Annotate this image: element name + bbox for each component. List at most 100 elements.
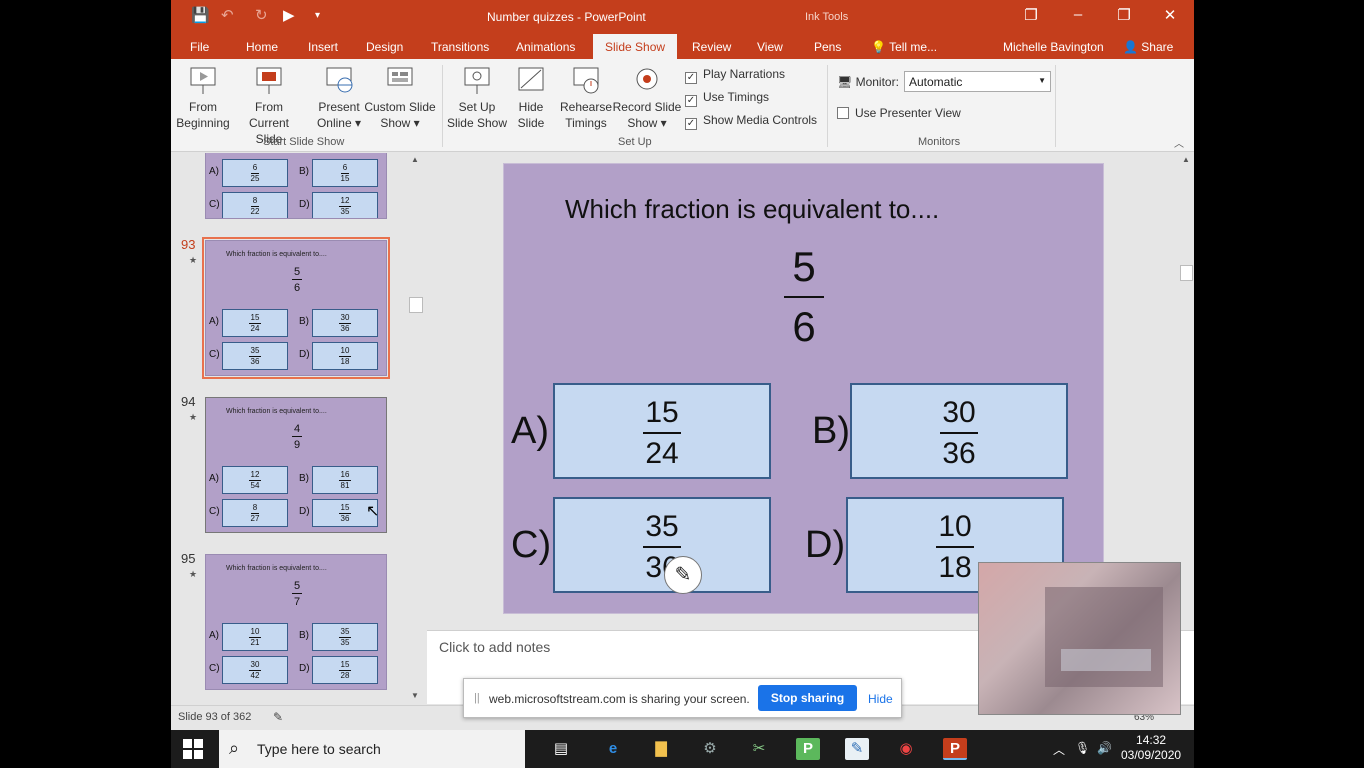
- slide-thumbnail[interactable]: Which fraction is equivalent to.... 57 A…: [205, 554, 387, 690]
- ribbon-separator: [827, 65, 828, 147]
- from-current-slide-button[interactable]: From Current Slide: [234, 65, 304, 147]
- present-online-button[interactable]: Present Online ▾: [311, 65, 367, 131]
- tab-tell-me[interactable]: 💡 Tell me...: [871, 40, 937, 54]
- scrollbar-thumb[interactable]: [409, 297, 423, 313]
- powerpoint-icon[interactable]: P: [943, 738, 967, 760]
- answer-box-a[interactable]: 15 24: [553, 383, 771, 479]
- chevron-up-icon[interactable]: ︿: [1053, 741, 1065, 758]
- ribbon-separator: [1055, 65, 1056, 147]
- drag-handle-icon[interactable]: ||: [474, 692, 480, 704]
- file-explorer-icon[interactable]: ▇: [649, 738, 673, 760]
- custom-slide-show-button[interactable]: Custom Slide Show ▾: [363, 65, 437, 131]
- clock[interactable]: 14:32 03/09/2020: [1121, 733, 1181, 763]
- hide-slide-icon: [518, 67, 544, 91]
- slide-thumbnail[interactable]: A) 6 25 B) 6 15 C) 8 22 D) 12 35: [205, 153, 387, 219]
- redo-icon[interactable]: ↻: [255, 6, 268, 24]
- share-button[interactable]: 👤 Share: [1123, 40, 1173, 54]
- save-icon[interactable]: 💾: [191, 6, 210, 24]
- denominator: 21: [250, 638, 260, 647]
- tab-animations[interactable]: Animations: [516, 40, 575, 54]
- answer-letter-d[interactable]: D): [805, 524, 845, 567]
- target-denominator: 6: [792, 303, 816, 350]
- clock-time: 14:32: [1136, 733, 1167, 747]
- tab-review[interactable]: Review: [692, 40, 731, 54]
- edge-icon[interactable]: e: [601, 738, 625, 760]
- checkbox-unchecked-icon: [837, 107, 849, 119]
- current-slide[interactable]: Which fraction is equivalent to.... 56 A…: [503, 163, 1104, 614]
- close-button[interactable]: ✕: [1155, 6, 1185, 24]
- tab-pens[interactable]: Pens: [814, 40, 841, 54]
- stop-sharing-button[interactable]: Stop sharing: [758, 685, 857, 711]
- tab-slide-show[interactable]: Slide Show: [593, 34, 678, 59]
- undo-icon[interactable]: ↶: [221, 6, 234, 24]
- numerator: 5: [292, 580, 302, 594]
- editor-scrollbar[interactable]: ▲: [1179, 153, 1194, 628]
- denominator: 6: [293, 282, 301, 294]
- notepad-icon[interactable]: ✎: [845, 738, 869, 760]
- record-slide-show-button[interactable]: Record Slide Show ▾: [612, 65, 682, 131]
- tab-view[interactable]: View: [757, 40, 783, 54]
- use-timings-checkbox[interactable]: ✓ Use Timings: [685, 90, 769, 107]
- app-icon[interactable]: ⚙: [698, 738, 722, 760]
- play-narrations-checkbox[interactable]: ✓ Play Narrations: [685, 67, 785, 84]
- numerator: 8: [250, 196, 260, 207]
- answer-box-c[interactable]: 35 36: [553, 497, 771, 593]
- answer-letter: B): [299, 166, 309, 177]
- monitor-select[interactable]: Automatic ▼: [904, 71, 1051, 92]
- publisher-icon[interactable]: P: [796, 738, 820, 760]
- scroll-down-icon[interactable]: ▼: [411, 691, 419, 700]
- notes-placeholder[interactable]: Click to add notes: [439, 639, 550, 655]
- use-presenter-view-checkbox[interactable]: Use Presenter View: [837, 106, 961, 120]
- tab-insert[interactable]: Insert: [308, 40, 338, 54]
- from-current-line1: From: [255, 100, 283, 114]
- app-icon[interactable]: ✂: [747, 738, 771, 760]
- windows-start-icon[interactable]: [183, 739, 203, 759]
- answer-letter: B): [299, 316, 309, 327]
- answer-letter-b[interactable]: B): [812, 410, 850, 453]
- restore-button[interactable]: ❐: [1109, 6, 1139, 24]
- hide-slide-button[interactable]: Hide Slide: [511, 65, 551, 131]
- answer-letter: A): [209, 166, 219, 177]
- rehearse-timings-button[interactable]: Rehearse Timings: [557, 65, 615, 131]
- scroll-up-icon[interactable]: ▲: [1182, 155, 1190, 164]
- spelling-icon[interactable]: ✎: [273, 710, 283, 724]
- mouse-pointer-icon: ↖: [366, 503, 380, 520]
- numerator: 15: [248, 313, 262, 324]
- answer-letter-c[interactable]: C): [511, 524, 551, 567]
- thumbnail-scrollbar[interactable]: ▲ ▼: [409, 153, 423, 705]
- denominator: 15: [340, 174, 350, 183]
- numerator: 30: [338, 313, 352, 324]
- scrollbar-thumb[interactable]: [1180, 265, 1193, 281]
- answer-box: 35 35: [312, 623, 378, 651]
- taskbar-search[interactable]: ⌕ Type here to search: [219, 730, 525, 768]
- tab-transitions[interactable]: Transitions: [431, 40, 489, 54]
- numerator: 8: [250, 503, 260, 514]
- slide-thumbnail-selected[interactable]: Which fraction is equivalent to.... 56 A…: [202, 237, 390, 379]
- ribbon-display-icon[interactable]: ❐: [1016, 6, 1046, 24]
- chrome-icon[interactable]: ◉: [894, 738, 918, 760]
- show-media-controls-checkbox[interactable]: ✓ Show Media Controls: [685, 113, 817, 130]
- collapse-ribbon-icon[interactable]: ︿: [1174, 135, 1184, 150]
- tab-file[interactable]: File: [190, 40, 209, 54]
- slide-thumbnail[interactable]: Which fraction is equivalent to.... 49 A…: [205, 397, 387, 533]
- denominator: 54: [250, 481, 260, 490]
- slide-question[interactable]: Which fraction is equivalent to....: [565, 194, 939, 225]
- target-fraction[interactable]: 56: [784, 238, 824, 356]
- present-from-start-icon[interactable]: ▶: [283, 6, 295, 24]
- task-view-icon[interactable]: ▤: [549, 738, 573, 760]
- scroll-up-icon[interactable]: ▲: [411, 155, 419, 164]
- microphone-icon[interactable]: 🎙: [1075, 741, 1090, 755]
- minimize-button[interactable]: –: [1063, 6, 1093, 23]
- hide-banner-link[interactable]: Hide: [868, 692, 893, 706]
- volume-icon[interactable]: 🔊: [1097, 741, 1112, 755]
- set-up-slide-show-button[interactable]: Set Up Slide Show: [445, 65, 509, 131]
- user-name[interactable]: Michelle Bavington: [1003, 40, 1104, 54]
- answer-box-b[interactable]: 30 36: [850, 383, 1068, 479]
- from-beginning-button[interactable]: From Beginning: [175, 65, 231, 131]
- tell-me-label: Tell me...: [889, 40, 938, 54]
- tab-design[interactable]: Design: [366, 40, 403, 54]
- customize-toolbar-icon[interactable]: ▾: [315, 10, 320, 21]
- denominator: 36: [250, 357, 260, 366]
- tab-home[interactable]: Home: [246, 40, 278, 54]
- answer-letter-a[interactable]: A): [511, 410, 549, 453]
